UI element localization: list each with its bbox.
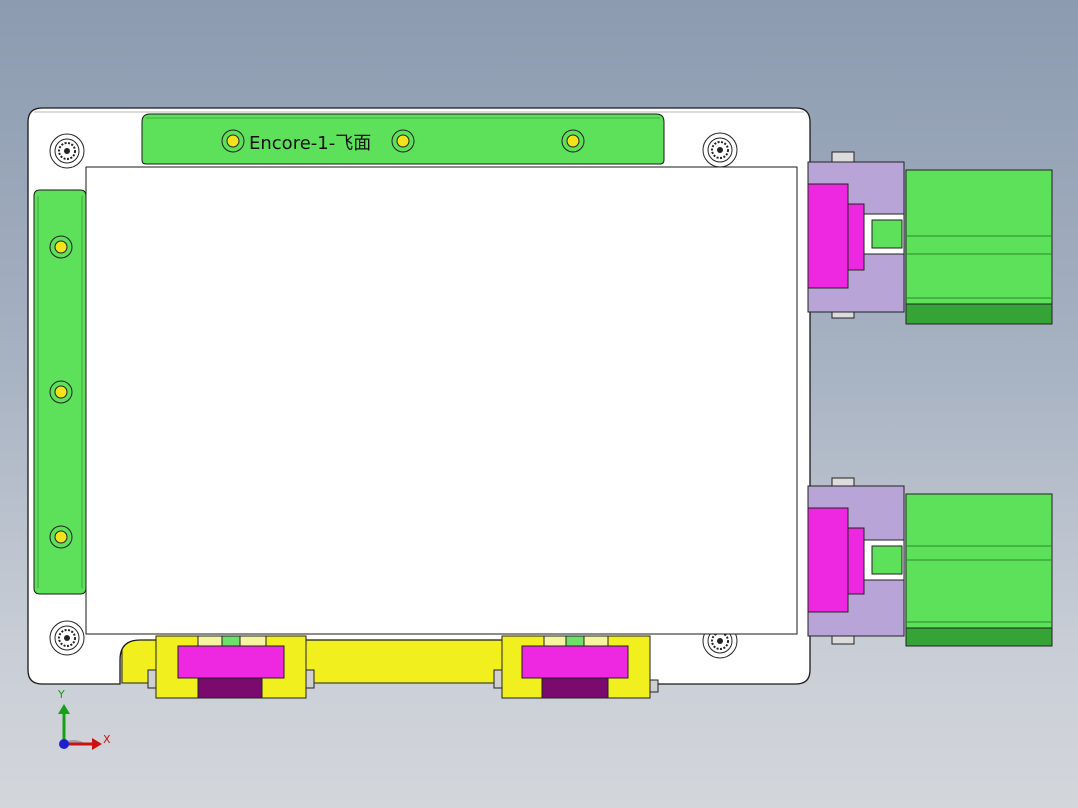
y-axis-label: Y [58, 688, 65, 701]
y-arrow-icon [58, 704, 70, 714]
corner-screw-icon [49, 620, 85, 656]
x-arrow-icon [92, 738, 102, 750]
cad-viewport[interactable]: Encore-1-飞面 X Y [0, 0, 1078, 808]
corner-screw-icon [702, 132, 738, 168]
cad-model-drawing [27, 107, 1053, 750]
right-cylinder-top [807, 151, 1053, 325]
coordinate-triad [58, 704, 102, 750]
white-sheet [85, 166, 798, 635]
corner-screw-icon [49, 133, 85, 169]
part-label: Encore-1-飞面 [249, 133, 372, 154]
screw-icon [561, 129, 585, 153]
screw-icon [49, 525, 73, 549]
bottom-clamp-left [147, 635, 315, 699]
x-axis-label: X [103, 733, 111, 746]
right-cylinder-bottom [807, 477, 1053, 647]
z-axis-icon [59, 739, 69, 749]
screw-icon [49, 235, 73, 259]
bottom-clamp-right [493, 635, 659, 699]
screw-icon [49, 380, 73, 404]
screw-icon [391, 129, 415, 153]
screw-icon [221, 129, 245, 153]
